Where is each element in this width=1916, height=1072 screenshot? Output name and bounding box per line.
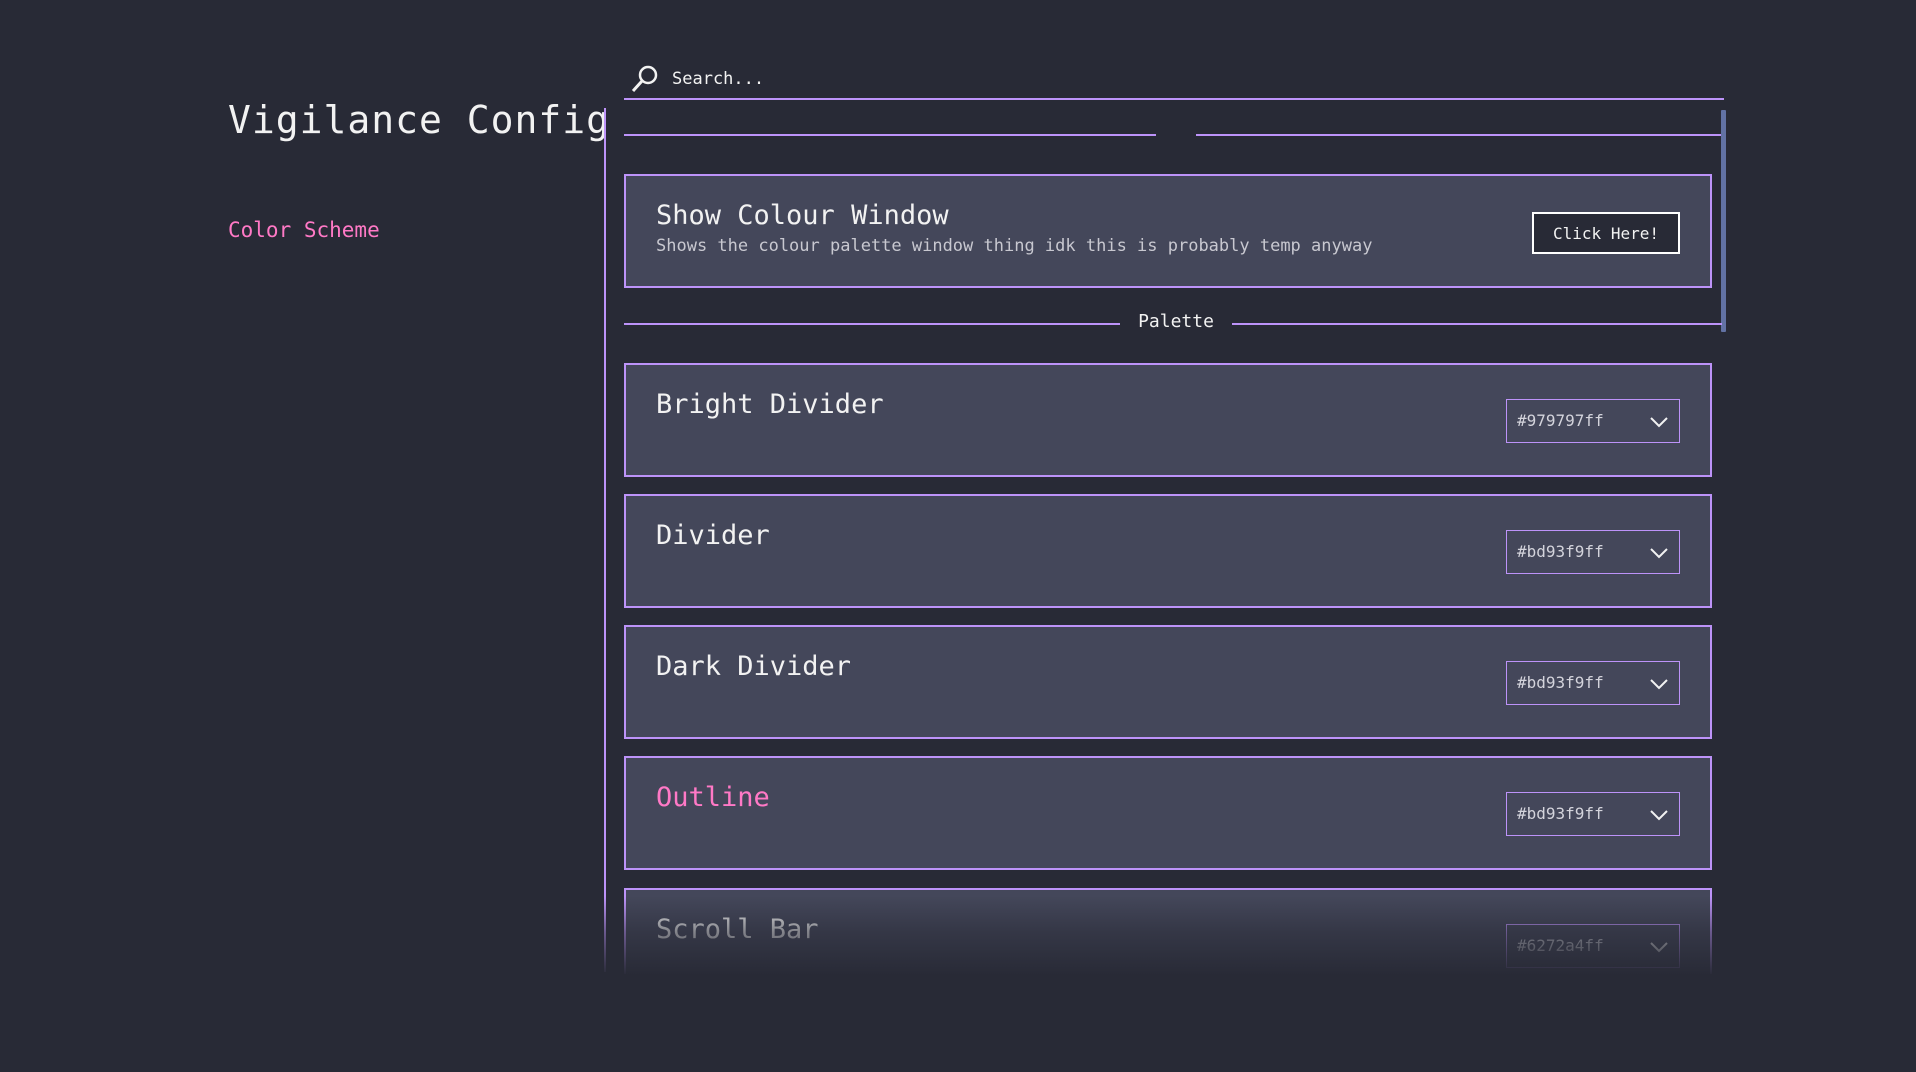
search-bar[interactable]: [624, 60, 1724, 100]
chevron-down-icon: [1650, 417, 1668, 428]
color-picker-dropdown[interactable]: #bd93f9ff: [1506, 792, 1680, 836]
search-input[interactable]: [672, 64, 1572, 94]
setting-title: Outline: [656, 782, 770, 813]
app-title: Vigilance Config: [228, 98, 611, 142]
setting-outline: Outline #bd93f9ff: [624, 756, 1712, 870]
search-icon: [631, 65, 658, 93]
setting-show-colour-window: Show Colour Window Shows the colour pale…: [624, 174, 1712, 288]
color-value: #bd93f9ff: [1517, 542, 1604, 561]
setting-title: Scroll Bar: [656, 914, 819, 945]
vigilance-config-window: Vigilance Config Color Scheme Show Colou…: [0, 0, 1916, 1072]
chevron-down-icon: [1650, 942, 1668, 953]
chevron-down-icon: [1650, 679, 1668, 690]
setting-title: Show Colour Window: [656, 200, 949, 231]
scrollbar[interactable]: [1721, 110, 1726, 332]
header-divider-left: [624, 134, 1156, 136]
chevron-down-icon: [1650, 810, 1668, 821]
color-picker-dropdown[interactable]: #979797ff: [1506, 399, 1680, 443]
palette-divider-left: [624, 323, 1120, 325]
color-value: #979797ff: [1517, 411, 1604, 430]
color-picker-dropdown[interactable]: #bd93f9ff: [1506, 661, 1680, 705]
header-divider-right: [1196, 134, 1724, 136]
setting-title: Dark Divider: [656, 651, 852, 682]
color-picker-dropdown[interactable]: #bd93f9ff: [1506, 530, 1680, 574]
color-value: #bd93f9ff: [1517, 804, 1604, 823]
palette-divider-right: [1232, 323, 1722, 325]
setting-title: Bright Divider: [656, 389, 884, 420]
setting-description: Shows the colour palette window thing id…: [656, 236, 1373, 256]
setting-dark-divider: Dark Divider #bd93f9ff: [624, 625, 1712, 739]
setting-scroll-bar: Scroll Bar #6272a4ff: [624, 888, 1712, 974]
click-here-button[interactable]: Click Here!: [1532, 212, 1680, 254]
sidebar-item-color-scheme[interactable]: Color Scheme: [228, 218, 380, 242]
palette-section-header: Palette: [1138, 311, 1214, 332]
sidebar-divider: [604, 108, 606, 972]
setting-title: Divider: [656, 520, 770, 551]
setting-divider: Divider #bd93f9ff: [624, 494, 1712, 608]
scroll-fade-region: Scroll Bar #6272a4ff: [600, 882, 1740, 974]
color-value: #6272a4ff: [1517, 936, 1604, 955]
setting-bright-divider: Bright Divider #979797ff: [624, 363, 1712, 477]
chevron-down-icon: [1650, 548, 1668, 559]
color-value: #bd93f9ff: [1517, 673, 1604, 692]
color-picker-dropdown[interactable]: #6272a4ff: [1506, 924, 1680, 968]
